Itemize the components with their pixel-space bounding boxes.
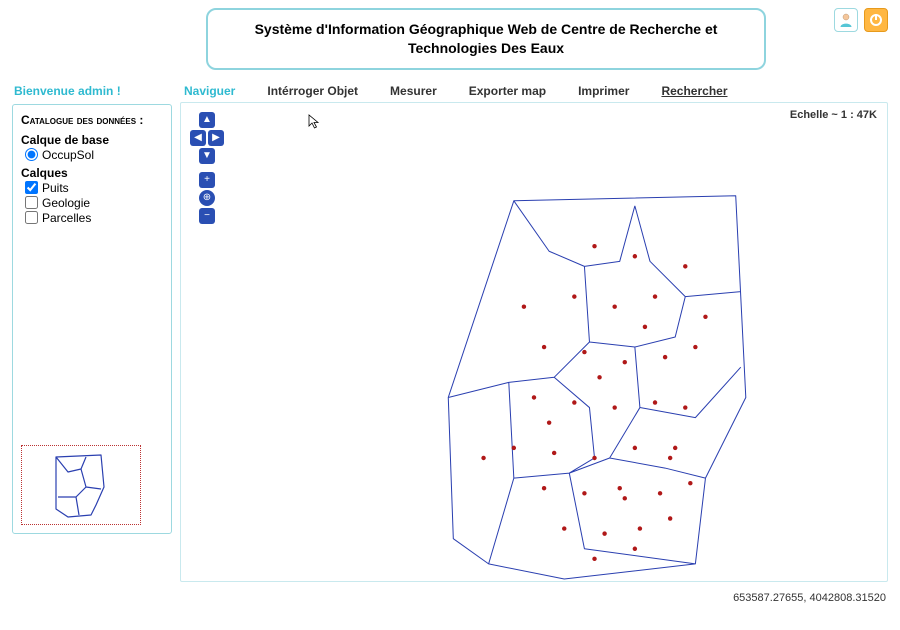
pan-down-button[interactable]: ▼ [199,148,215,164]
well-point[interactable] [658,491,662,495]
map-canvas [181,103,887,581]
parcels-layer [448,196,746,579]
layer-item-puits[interactable]: Puits [25,181,163,195]
layer-name: Parcelles [42,211,91,225]
well-point[interactable] [668,456,672,460]
base-layer-item[interactable]: OccupSol [25,148,163,162]
well-point[interactable] [572,294,576,298]
well-point[interactable] [592,244,596,248]
wells-layer [481,244,707,561]
user-icon [838,12,854,28]
well-point[interactable] [643,324,647,328]
well-point[interactable] [592,556,596,560]
well-point[interactable] [542,345,546,349]
layer-checkbox[interactable] [25,181,38,194]
well-point[interactable] [562,526,566,530]
well-point[interactable] [623,360,627,364]
well-point[interactable] [663,355,667,359]
zoom-in-button[interactable]: + [199,172,215,188]
coords-readout: 653587.27655, 4042808.31520 [0,588,900,608]
zoom-out-button[interactable]: − [199,208,215,224]
well-point[interactable] [522,304,526,308]
well-point[interactable] [668,516,672,520]
base-layer-name: OccupSol [42,148,94,162]
well-point[interactable] [572,400,576,404]
pan-up-button[interactable]: ▲ [199,112,215,128]
well-point[interactable] [597,375,601,379]
welcome-text: Bienvenue admin ! [12,78,172,104]
map-viewport[interactable]: Echelle ~ 1 : 47K ▲ ◀ ▶ ▼ + ⊕ − [180,102,888,582]
well-point[interactable] [582,491,586,495]
well-point[interactable] [703,314,707,318]
well-point[interactable] [618,486,622,490]
tool-imprimer[interactable]: Imprimer [578,84,629,98]
well-point[interactable] [683,264,687,268]
well-point[interactable] [512,445,516,449]
well-point[interactable] [683,405,687,409]
base-layer-radio[interactable] [25,148,38,161]
well-point[interactable] [653,294,657,298]
layer-checkbox[interactable] [25,196,38,209]
tool-interroger[interactable]: Intérroger Objet [267,84,358,98]
well-point[interactable] [481,456,485,460]
well-point[interactable] [592,456,596,460]
well-point[interactable] [547,420,551,424]
well-point[interactable] [633,546,637,550]
layers-heading: Calques [21,166,163,180]
tool-mesurer[interactable]: Mesurer [390,84,437,98]
pan-right-button[interactable]: ▶ [208,130,224,146]
map-toolbar: Naviguer Intérroger Objet Mesurer Export… [180,78,888,102]
layer-name: Geologie [42,196,90,210]
zoom-extent-button[interactable]: ⊕ [199,190,215,206]
tool-naviguer[interactable]: Naviguer [184,84,235,98]
well-point[interactable] [688,481,692,485]
globe-icon: ⊕ [203,192,211,203]
well-point[interactable] [552,451,556,455]
overview-map[interactable] [21,445,141,525]
layer-item-parcelles[interactable]: Parcelles [25,211,163,225]
pan-zoom-controls: ▲ ◀ ▶ ▼ + ⊕ − [189,111,225,225]
well-point[interactable] [612,304,616,308]
user-account-button[interactable] [834,8,858,32]
logout-button[interactable] [864,8,888,32]
well-point[interactable] [582,350,586,354]
well-point[interactable] [633,254,637,258]
power-icon [869,13,883,27]
layer-checkbox[interactable] [25,211,38,224]
tool-exporter[interactable]: Exporter map [469,84,546,98]
overview-map-icon [46,447,116,522]
well-point[interactable] [653,400,657,404]
well-point[interactable] [542,486,546,490]
tool-rechercher[interactable]: Rechercher [661,84,727,98]
well-point[interactable] [633,445,637,449]
app-title: Système d'Information Géographique Web d… [206,8,766,70]
layer-item-geologie[interactable]: Geologie [25,196,163,210]
base-layer-heading: Calque de base [21,133,163,147]
well-point[interactable] [623,496,627,500]
well-point[interactable] [693,345,697,349]
well-point[interactable] [673,445,677,449]
well-point[interactable] [532,395,536,399]
catalogue-title: Catalogue des données : [21,113,163,127]
well-point[interactable] [612,405,616,409]
pan-left-button[interactable]: ◀ [190,130,206,146]
well-point[interactable] [638,526,642,530]
scale-readout: Echelle ~ 1 : 47K [790,109,877,121]
layer-name: Puits [42,181,69,195]
layer-catalogue: Catalogue des données : Calque de base O… [12,104,172,534]
well-point[interactable] [602,531,606,535]
